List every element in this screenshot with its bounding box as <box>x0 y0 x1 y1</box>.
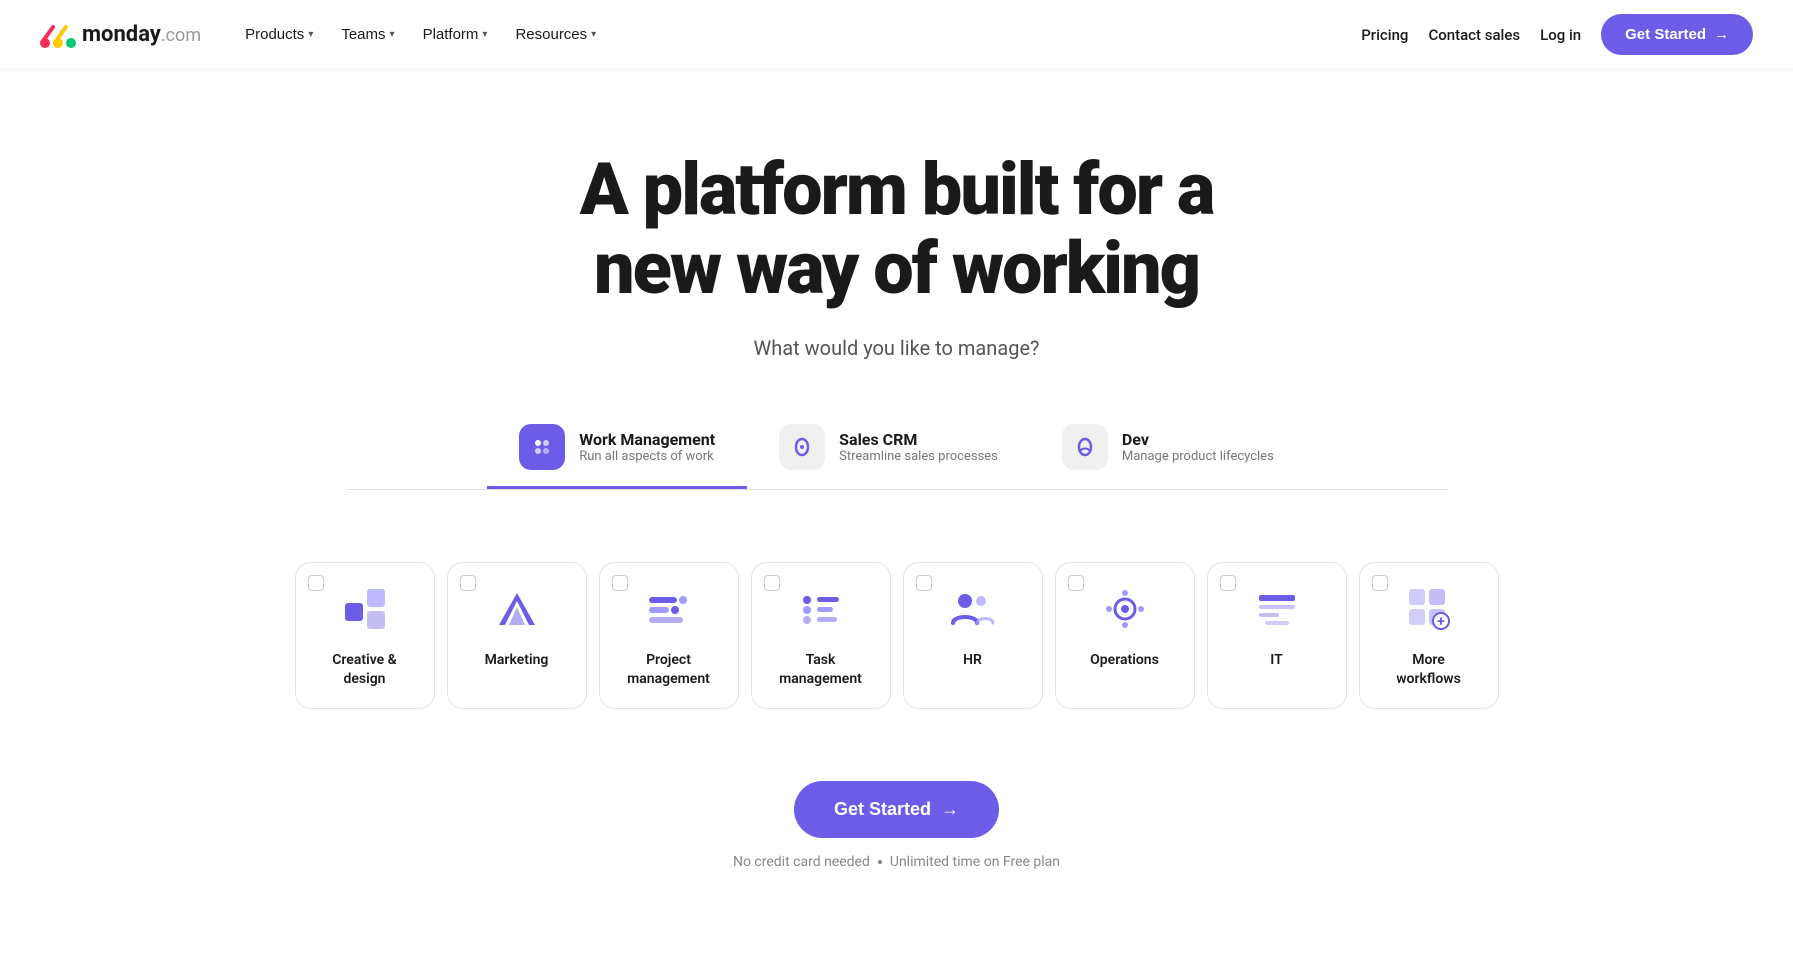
card-it-label: IT <box>1270 651 1282 669</box>
tab-sales-crm-desc: Streamline sales processes <box>839 449 998 464</box>
hero-subtitle: What would you like to manage? <box>337 336 1457 360</box>
logo-suffix: .com <box>161 25 201 46</box>
monday-logo-icon <box>40 21 76 49</box>
tab-work-management-title: Work Management <box>579 430 715 449</box>
tab-work-management[interactable]: Work Management Run all aspects of work <box>487 408 747 489</box>
card-checkbox <box>1220 575 1236 591</box>
nav-pricing[interactable]: Pricing <box>1361 26 1408 44</box>
cta-note: No credit card needed Unlimited time on … <box>40 854 1753 870</box>
project-management-icon <box>643 583 695 635</box>
hero-section: A platform built for a new way of workin… <box>297 70 1497 530</box>
tab-sales-crm[interactable]: Sales CRM Streamline sales processes <box>747 408 1030 489</box>
tab-dev-desc: Manage product lifecycles <box>1122 449 1274 464</box>
more-workflows-icon: + <box>1403 583 1455 635</box>
chevron-down-icon: ▾ <box>482 29 487 40</box>
dev-icon <box>1062 424 1108 470</box>
card-more-workflows-label: Moreworkflows <box>1396 651 1461 687</box>
tabs-divider <box>347 489 1447 490</box>
card-creative-design-label: Creative &design <box>332 651 396 687</box>
product-tabs: Work Management Run all aspects of work … <box>337 408 1457 489</box>
tab-sales-crm-title: Sales CRM <box>839 430 998 449</box>
task-management-icon <box>795 583 847 635</box>
card-hr[interactable]: HR <box>903 562 1043 708</box>
nav-login[interactable]: Log in <box>1540 26 1581 44</box>
nav-get-started-button[interactable]: Get Started → <box>1601 14 1753 55</box>
arrow-icon: → <box>941 799 959 820</box>
nav-products[interactable]: Products ▾ <box>233 18 325 51</box>
workflow-section: Creative &design Marketing <box>297 530 1497 740</box>
card-project-management-label: Projectmanagement <box>627 651 710 687</box>
card-task-management-label: Taskmanagement <box>779 651 862 687</box>
card-task-management[interactable]: Taskmanagement <box>751 562 891 708</box>
logo-wordmark: monday.com <box>82 22 201 47</box>
hero-title: A platform built for a new way of workin… <box>337 150 1457 308</box>
main-get-started-button[interactable]: Get Started → <box>794 781 999 838</box>
chevron-down-icon: ▾ <box>390 29 395 40</box>
tab-dev-title: Dev <box>1122 430 1274 449</box>
svg-text:+: + <box>1437 614 1445 630</box>
card-checkbox <box>764 575 780 591</box>
card-marketing[interactable]: Marketing <box>447 562 587 708</box>
operations-icon <box>1099 583 1151 635</box>
nav-right: Pricing Contact sales Log in Get Started… <box>1361 14 1753 55</box>
hr-icon <box>947 583 999 635</box>
work-management-icon <box>519 424 565 470</box>
nav-platform[interactable]: Platform ▾ <box>411 18 500 51</box>
card-checkbox <box>1372 575 1388 591</box>
nav-left: monday.com Products ▾ Teams ▾ Platform ▾… <box>40 18 608 51</box>
navbar: monday.com Products ▾ Teams ▾ Platform ▾… <box>0 0 1793 70</box>
nav-resources[interactable]: Resources ▾ <box>503 18 608 51</box>
creative-design-icon <box>339 583 391 635</box>
card-checkbox <box>1068 575 1084 591</box>
card-more-workflows[interactable]: + Moreworkflows <box>1359 562 1499 708</box>
card-hr-label: HR <box>963 651 982 669</box>
card-it[interactable]: IT <box>1207 562 1347 708</box>
card-checkbox <box>916 575 932 591</box>
sales-crm-icon <box>779 424 825 470</box>
card-operations[interactable]: Operations <box>1055 562 1195 708</box>
chevron-down-icon: ▾ <box>591 29 596 40</box>
marketing-icon <box>491 583 543 635</box>
nav-links: Products ▾ Teams ▾ Platform ▾ Resources … <box>233 18 608 51</box>
nav-contact-sales[interactable]: Contact sales <box>1428 26 1520 44</box>
nav-teams[interactable]: Teams ▾ <box>329 18 406 51</box>
logo[interactable]: monday.com <box>40 21 201 49</box>
card-marketing-label: Marketing <box>485 651 549 669</box>
card-checkbox <box>612 575 628 591</box>
workflow-grid: Creative &design Marketing <box>337 562 1457 708</box>
dot-separator <box>878 860 882 864</box>
arrow-icon: → <box>1714 26 1729 43</box>
card-creative-design[interactable]: Creative &design <box>295 562 435 708</box>
tab-dev[interactable]: Dev Manage product lifecycles <box>1030 408 1306 489</box>
chevron-down-icon: ▾ <box>308 29 313 40</box>
card-operations-label: Operations <box>1090 651 1159 669</box>
card-project-management[interactable]: Projectmanagement <box>599 562 739 708</box>
card-checkbox <box>308 575 324 591</box>
card-checkbox <box>460 575 476 591</box>
cta-section: Get Started → No credit card needed Unli… <box>0 741 1793 890</box>
tab-work-management-desc: Run all aspects of work <box>579 449 715 464</box>
it-icon <box>1251 583 1303 635</box>
